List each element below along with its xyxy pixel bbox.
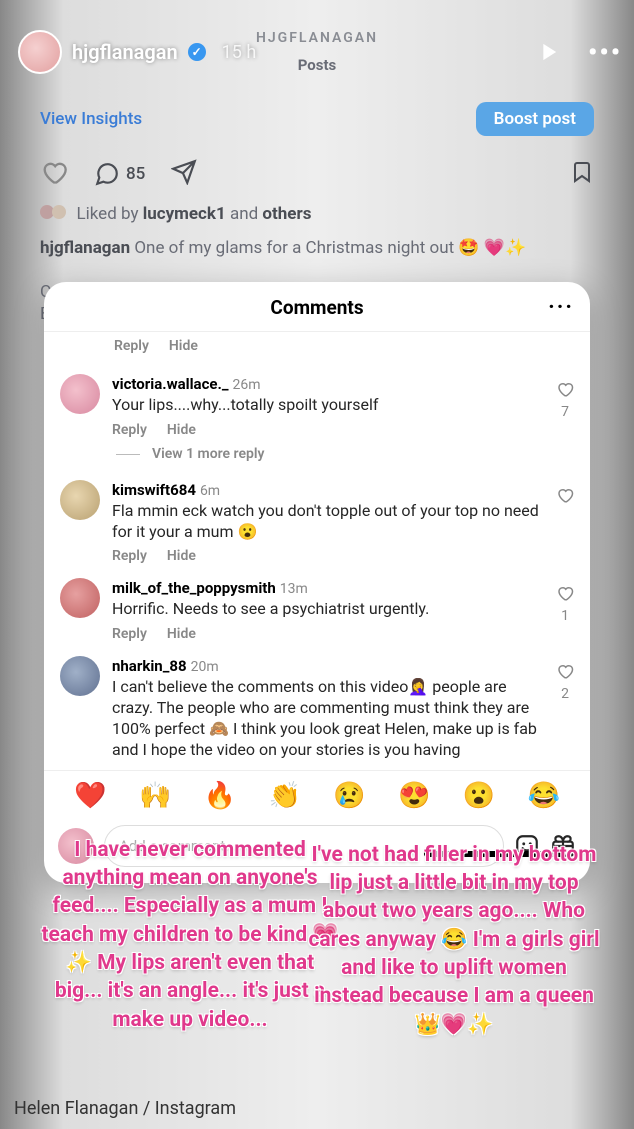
share-icon[interactable]	[171, 159, 197, 189]
boost-post-button[interactable]: Boost post	[476, 102, 594, 136]
story-text-overlay-right: I've not had filler in my bottom lip jus…	[304, 841, 604, 1039]
comments-title: Comments	[270, 296, 363, 319]
comment-text: Your lips....why...totally spoilt yourse…	[112, 395, 544, 416]
emoji-fire[interactable]: 🔥	[204, 781, 236, 811]
comment-item: nharkin_8820m I can't believe the commen…	[44, 646, 590, 764]
comment-time: 26m	[233, 377, 261, 393]
comment-item: kimswift6846m Fla mmin eck watch you don…	[44, 470, 590, 569]
story-header: hjgflanagan ✓ 15 h •••	[0, 30, 634, 74]
reply-link[interactable]: Reply	[112, 626, 147, 642]
like-comment-icon[interactable]	[556, 662, 574, 684]
comment-time: 13m	[280, 581, 308, 597]
more-icon[interactable]: •••	[588, 38, 616, 66]
comment-text: Fla mmin eck watch you don't topple out …	[112, 501, 544, 543]
story-avatar[interactable]	[18, 30, 62, 74]
comment-username[interactable]: nharkin_88	[112, 657, 187, 675]
emoji-laugh[interactable]: 😂	[527, 781, 559, 811]
comment-text: I can't believe the comments on this vid…	[112, 677, 544, 760]
comments-more-icon[interactable]: ···	[548, 295, 574, 320]
emoji-heart[interactable]: ❤️	[74, 781, 106, 811]
bookmark-icon[interactable]	[570, 159, 594, 189]
top-hide-link[interactable]: Hide	[169, 338, 198, 354]
comment-icon[interactable]: 85	[94, 161, 145, 187]
story-time: 15 h	[222, 42, 257, 63]
comment-time: 6m	[200, 483, 220, 499]
hide-link[interactable]: Hide	[167, 548, 196, 564]
play-icon[interactable]	[534, 38, 562, 66]
backdrop-post: HJGFLANAGAN Posts View Insights Boost po…	[40, 30, 594, 324]
comment-item: victoria.wallace._26m Your lips....why..…	[44, 364, 590, 442]
comment-username[interactable]: kimswift684	[112, 481, 196, 499]
comment-like-count: 1	[561, 608, 569, 624]
heart-icon[interactable]	[40, 158, 68, 190]
emoji-hands[interactable]: 🙌	[139, 781, 171, 811]
image-source-caption: Helen Flanagan / Instagram	[14, 1098, 236, 1119]
emoji-loveeyes[interactable]: 😍	[398, 781, 430, 811]
top-reply-link[interactable]: Reply	[114, 338, 149, 354]
comment-time: 20m	[191, 659, 219, 675]
like-comment-icon[interactable]	[556, 584, 574, 606]
comment-text: Horrific. Needs to see a psychiatrist ur…	[112, 599, 544, 620]
story-username[interactable]: hjgflanagan	[72, 40, 178, 64]
comments-panel: Comments ··· Reply Hide victoria.wallace…	[44, 282, 590, 883]
emoji-clap[interactable]: 👏	[268, 781, 300, 811]
comment-avatar[interactable]	[60, 480, 100, 520]
like-comment-icon[interactable]	[556, 486, 574, 508]
emoji-wow[interactable]: 😮	[463, 781, 495, 811]
comment-username[interactable]: milk_of_the_poppysmith	[112, 579, 276, 597]
comment-avatar[interactable]	[60, 578, 100, 618]
like-comment-icon[interactable]	[556, 380, 574, 402]
emoji-cry[interactable]: 😢	[333, 781, 365, 811]
comment-like-count: 2	[561, 686, 569, 702]
comment-item: milk_of_the_poppysmith13m Horrific. Need…	[44, 568, 590, 646]
hide-link[interactable]: Hide	[167, 626, 196, 642]
liked-by-line[interactable]: Liked by lucymeck1 and others	[40, 204, 594, 224]
comment-username[interactable]: victoria.wallace._	[112, 375, 229, 393]
view-more-replies[interactable]: View 1 more reply	[44, 442, 590, 470]
hide-link[interactable]: Hide	[167, 422, 196, 438]
comment-like-count: 7	[561, 404, 569, 420]
comment-avatar[interactable]	[60, 656, 100, 696]
reply-link[interactable]: Reply	[112, 548, 147, 564]
post-caption: hjgflanagan One of my glams for a Christ…	[40, 238, 594, 258]
reply-link[interactable]: Reply	[112, 422, 147, 438]
verified-badge-icon: ✓	[188, 43, 206, 61]
comment-avatar[interactable]	[60, 374, 100, 414]
comment-count: 85	[126, 164, 145, 184]
story-text-overlay-left: I have never commented anything mean on …	[40, 836, 340, 1034]
view-insights-link[interactable]: View Insights	[40, 109, 142, 129]
